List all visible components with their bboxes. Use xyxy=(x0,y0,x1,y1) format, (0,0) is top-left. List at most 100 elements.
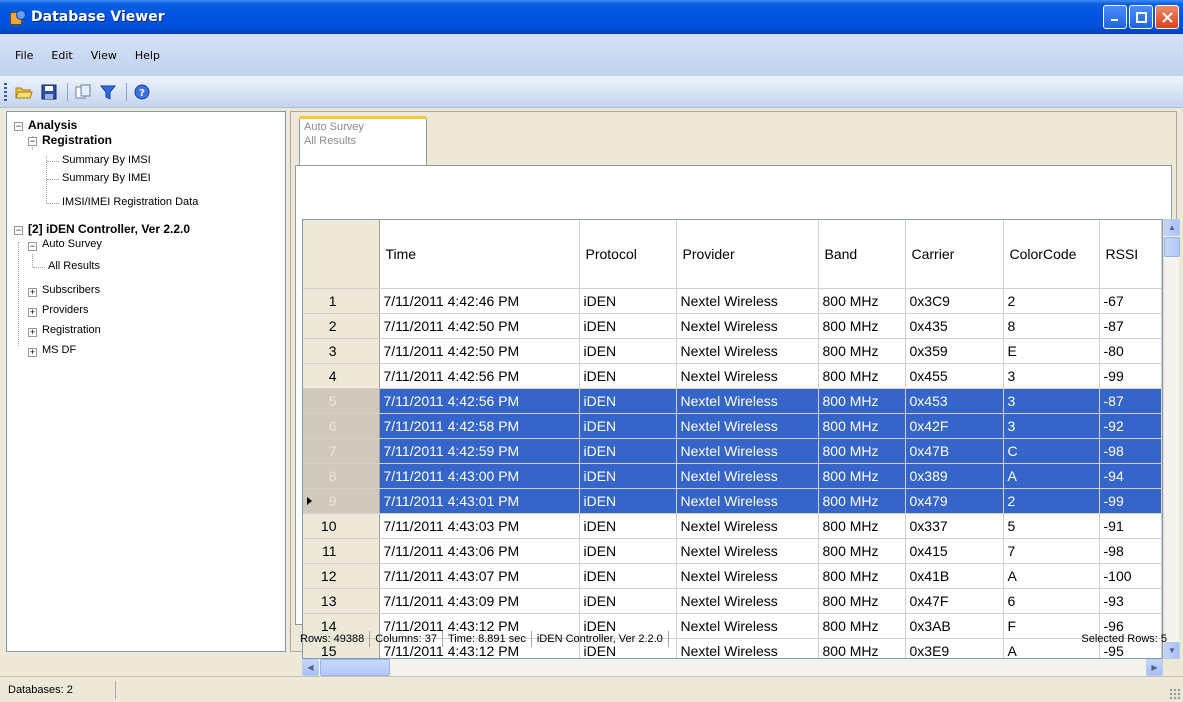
cell-carrier[interactable]: 0x3C9 xyxy=(905,288,1004,314)
cell-band[interactable]: 800 MHz xyxy=(818,363,906,389)
tree-item-registration-2[interactable]: Registration xyxy=(42,324,101,336)
table-row[interactable]: 2 7/11/2011 4:42:50 PM iDEN Nextel Wireless… xyxy=(303,313,1162,339)
menu-view[interactable]: View xyxy=(82,45,126,66)
copy-button[interactable] xyxy=(72,81,94,103)
tree-item-analysis[interactable]: Analysis xyxy=(28,118,77,132)
row-header-corner[interactable] xyxy=(303,220,380,289)
cell-protocol[interactable]: iDEN xyxy=(579,538,677,564)
cell-color[interactable]: A xyxy=(1003,563,1100,589)
cell-color[interactable]: 6 xyxy=(1003,588,1100,614)
cell-provider[interactable]: Nextel Wireless xyxy=(676,463,819,489)
cell-rssi[interactable]: -92 xyxy=(1099,413,1162,439)
tree-item-all-results[interactable]: All Results xyxy=(48,260,100,272)
cell-carrier[interactable]: 0x435 xyxy=(905,313,1004,339)
vertical-scroll-thumb[interactable] xyxy=(1164,237,1180,257)
table-row[interactable]: 7 7/11/2011 4:42:59 PM iDEN Nextel Wireless… xyxy=(303,438,1162,464)
cell-rssi[interactable]: -93 xyxy=(1099,588,1162,614)
cell-carrier[interactable]: 0x453 xyxy=(905,388,1004,414)
tree-item-iden-controller[interactable]: [2] iDEN Controller, Ver 2.2.0 xyxy=(28,222,190,236)
column-header-carrier[interactable]: Carrier xyxy=(905,220,1004,289)
cell-provider[interactable]: Nextel Wireless xyxy=(676,288,819,314)
controller-collapse-toggle[interactable]: − xyxy=(14,226,23,235)
cell-band[interactable]: 800 MHz xyxy=(818,488,906,514)
cell-time[interactable]: 7/11/2011 4:42:56 PM xyxy=(379,363,580,389)
row-header[interactable]: 3 xyxy=(303,338,380,364)
cell-time[interactable]: 7/11/2011 4:42:46 PM xyxy=(379,288,580,314)
cell-provider[interactable]: Nextel Wireless xyxy=(676,488,819,514)
cell-protocol[interactable]: iDEN xyxy=(579,438,677,464)
cell-color[interactable]: C xyxy=(1003,438,1100,464)
cell-band[interactable]: 800 MHz xyxy=(818,313,906,339)
table-row[interactable]: 1 7/11/2011 4:42:46 PM iDEN Nextel Wireless… xyxy=(303,288,1162,314)
cell-carrier[interactable]: 0x455 xyxy=(905,363,1004,389)
cell-time[interactable]: 7/11/2011 4:42:56 PM xyxy=(379,388,580,414)
cell-time[interactable]: 7/11/2011 4:43:03 PM xyxy=(379,513,580,539)
row-header[interactable]: 12 xyxy=(303,563,380,589)
cell-color[interactable]: 2 xyxy=(1003,288,1100,314)
cell-band[interactable]: 800 MHz xyxy=(818,288,906,314)
cell-rssi[interactable]: -80 xyxy=(1099,338,1162,364)
cell-rssi[interactable]: -67 xyxy=(1099,288,1162,314)
column-header-provider[interactable]: Provider xyxy=(676,220,819,289)
cell-provider[interactable]: Nextel Wireless xyxy=(676,563,819,589)
cell-provider[interactable]: Nextel Wireless xyxy=(676,588,819,614)
toolbar-grip[interactable] xyxy=(4,82,7,101)
row-header[interactable]: 11 xyxy=(303,538,380,564)
cell-rssi[interactable]: -98 xyxy=(1099,538,1162,564)
cell-time[interactable]: 7/11/2011 4:42:59 PM xyxy=(379,438,580,464)
auto-survey-collapse-toggle[interactable]: − xyxy=(28,242,37,251)
cell-rssi[interactable]: -99 xyxy=(1099,363,1162,389)
close-button[interactable] xyxy=(1155,5,1179,29)
horizontal-scrollbar[interactable]: ◀ ▶ xyxy=(302,659,1163,676)
registration-collapse-toggle[interactable]: − xyxy=(28,137,37,146)
tree-item-summary-by-imsi[interactable]: Summary By IMSI xyxy=(62,154,151,166)
registration2-expand-toggle[interactable]: + xyxy=(28,328,37,337)
cell-band[interactable]: 800 MHz xyxy=(818,588,906,614)
cell-protocol[interactable]: iDEN xyxy=(579,413,677,439)
cell-provider[interactable]: Nextel Wireless xyxy=(676,538,819,564)
cell-carrier[interactable]: 0x359 xyxy=(905,338,1004,364)
cell-carrier[interactable]: 0x47F xyxy=(905,588,1004,614)
cell-carrier[interactable]: 0x389 xyxy=(905,463,1004,489)
cell-time[interactable]: 7/11/2011 4:42:50 PM xyxy=(379,338,580,364)
table-row[interactable]: 11 7/11/2011 4:43:06 PM iDEN Nextel Wireles… xyxy=(303,538,1162,564)
cell-rssi[interactable]: -91 xyxy=(1099,513,1162,539)
scroll-up-button[interactable]: ▲ xyxy=(1164,219,1180,236)
cell-carrier[interactable]: 0x47B xyxy=(905,438,1004,464)
row-header[interactable]: 6 xyxy=(303,413,380,439)
cell-band[interactable]: 800 MHz xyxy=(818,413,906,439)
cell-time[interactable]: 7/11/2011 4:43:09 PM xyxy=(379,588,580,614)
cell-time[interactable]: 7/11/2011 4:43:00 PM xyxy=(379,463,580,489)
cell-color[interactable]: 2 xyxy=(1003,488,1100,514)
filter-button[interactable] xyxy=(97,81,119,103)
analysis-collapse-toggle[interactable]: − xyxy=(14,122,23,131)
cell-band[interactable]: 800 MHz xyxy=(818,463,906,489)
cell-carrier[interactable]: 0x42F xyxy=(905,413,1004,439)
cell-color[interactable]: 3 xyxy=(1003,388,1100,414)
cell-rssi[interactable]: -98 xyxy=(1099,438,1162,464)
cell-carrier[interactable]: 0x41B xyxy=(905,563,1004,589)
row-header[interactable]: 4 xyxy=(303,363,380,389)
cell-carrier[interactable]: 0x415 xyxy=(905,538,1004,564)
cell-color[interactable]: 5 xyxy=(1003,513,1100,539)
cell-rssi[interactable]: -100 xyxy=(1099,563,1162,589)
cell-band[interactable]: 800 MHz xyxy=(818,388,906,414)
cell-provider[interactable]: Nextel Wireless xyxy=(676,388,819,414)
resize-grip-icon[interactable] xyxy=(1169,688,1181,700)
cell-time[interactable]: 7/11/2011 4:43:06 PM xyxy=(379,538,580,564)
cell-protocol[interactable]: iDEN xyxy=(579,513,677,539)
cell-protocol[interactable]: iDEN xyxy=(579,563,677,589)
table-row[interactable]: 6 7/11/2011 4:42:58 PM iDEN Nextel Wireless… xyxy=(303,413,1162,439)
cell-rssi[interactable]: -87 xyxy=(1099,388,1162,414)
cell-protocol[interactable]: iDEN xyxy=(579,338,677,364)
menu-help[interactable]: Help xyxy=(126,45,169,66)
horizontal-scroll-thumb[interactable] xyxy=(320,659,390,676)
cell-band[interactable]: 800 MHz xyxy=(818,513,906,539)
cell-time[interactable]: 7/11/2011 4:43:07 PM xyxy=(379,563,580,589)
row-header[interactable]: 9 xyxy=(303,488,380,514)
tree-item-providers[interactable]: Providers xyxy=(42,304,88,316)
menu-edit[interactable]: Edit xyxy=(42,45,81,66)
cell-provider[interactable]: Nextel Wireless xyxy=(676,338,819,364)
cell-band[interactable]: 800 MHz xyxy=(818,338,906,364)
tree-item-ms-df[interactable]: MS DF xyxy=(42,344,76,356)
